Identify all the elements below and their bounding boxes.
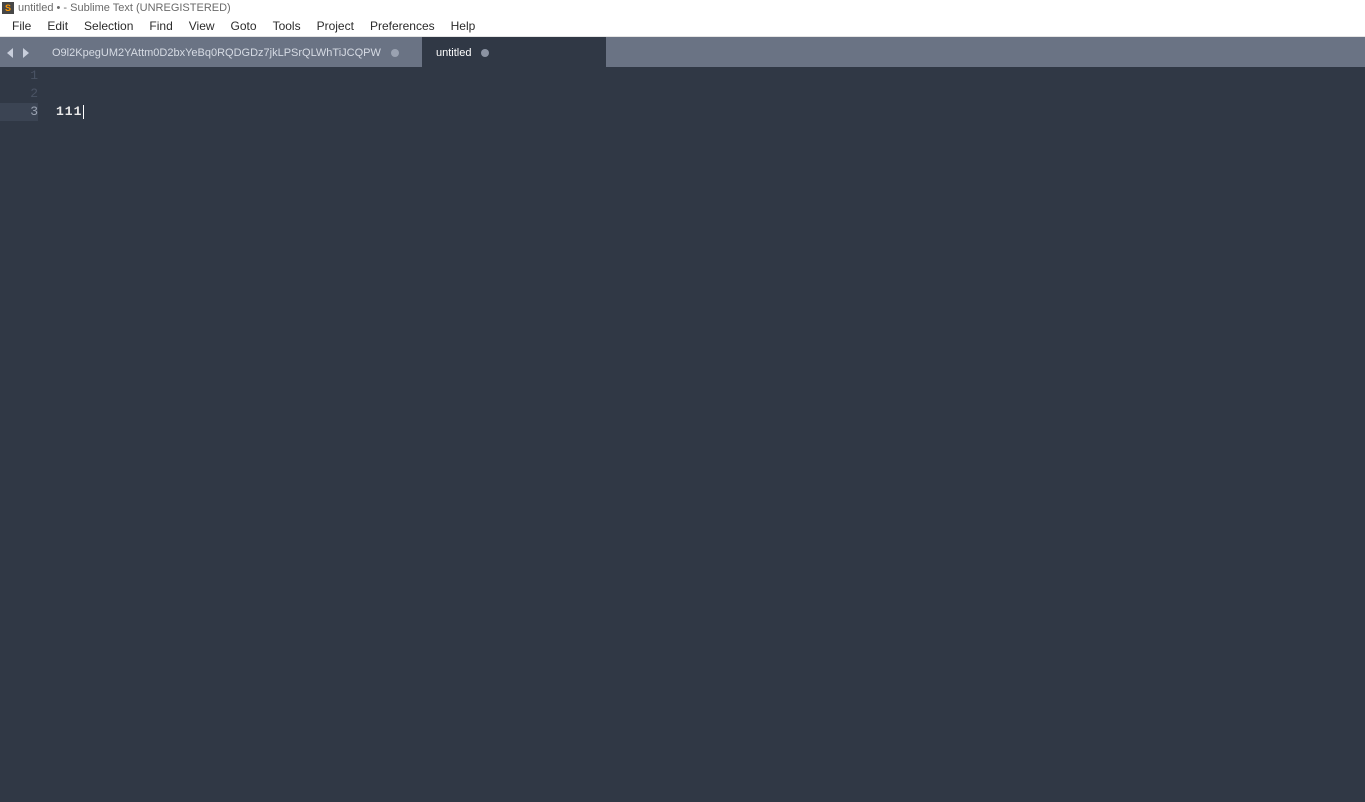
menu-view[interactable]: View (181, 16, 223, 36)
menubar: File Edit Selection Find View Goto Tools… (0, 16, 1365, 37)
tab-nav-next-icon[interactable] (20, 48, 30, 58)
menu-file[interactable]: File (4, 16, 39, 36)
titlebar: S untitled • - Sublime Text (UNREGISTERE… (0, 0, 1365, 16)
gutter-line: 1 (0, 67, 38, 85)
tab-label: untitled (436, 47, 471, 59)
code-area[interactable]: 111 (50, 67, 1365, 802)
tab-file-2[interactable]: untitled (422, 37, 606, 68)
code-line (50, 85, 1365, 103)
menu-selection[interactable]: Selection (76, 16, 141, 36)
caret (83, 105, 84, 119)
menu-edit[interactable]: Edit (39, 16, 76, 36)
tab-nav-prev-icon[interactable] (6, 48, 16, 58)
tabstrip: O9l2KpegUM2YAttm0D2bxYeBq0RQDGDz7jkLPSrQ… (0, 37, 1365, 68)
menu-goto[interactable]: Goto (223, 16, 265, 36)
editor[interactable]: 1 2 3 111 (0, 67, 1365, 802)
app-icon: S (2, 2, 14, 14)
tab-nav-arrows (0, 37, 38, 68)
menu-project[interactable]: Project (309, 16, 362, 36)
gutter-line: 2 (0, 85, 38, 103)
menu-find[interactable]: Find (141, 16, 180, 36)
tab-label: O9l2KpegUM2YAttm0D2bxYeBq0RQDGDz7jkLPSrQ… (52, 47, 381, 59)
tab-dirty-icon (481, 49, 489, 57)
code-line-current: 111 (50, 103, 1365, 121)
menu-help[interactable]: Help (443, 16, 484, 36)
code-line (50, 67, 1365, 85)
window-title: untitled • - Sublime Text (UNREGISTERED) (18, 2, 231, 14)
tab-dirty-icon (391, 49, 399, 57)
tab-file-1[interactable]: O9l2KpegUM2YAttm0D2bxYeBq0RQDGDz7jkLPSrQ… (38, 37, 422, 68)
menu-preferences[interactable]: Preferences (362, 16, 443, 36)
gutter: 1 2 3 (0, 67, 50, 802)
gutter-line-current: 3 (0, 103, 38, 121)
menu-tools[interactable]: Tools (265, 16, 309, 36)
